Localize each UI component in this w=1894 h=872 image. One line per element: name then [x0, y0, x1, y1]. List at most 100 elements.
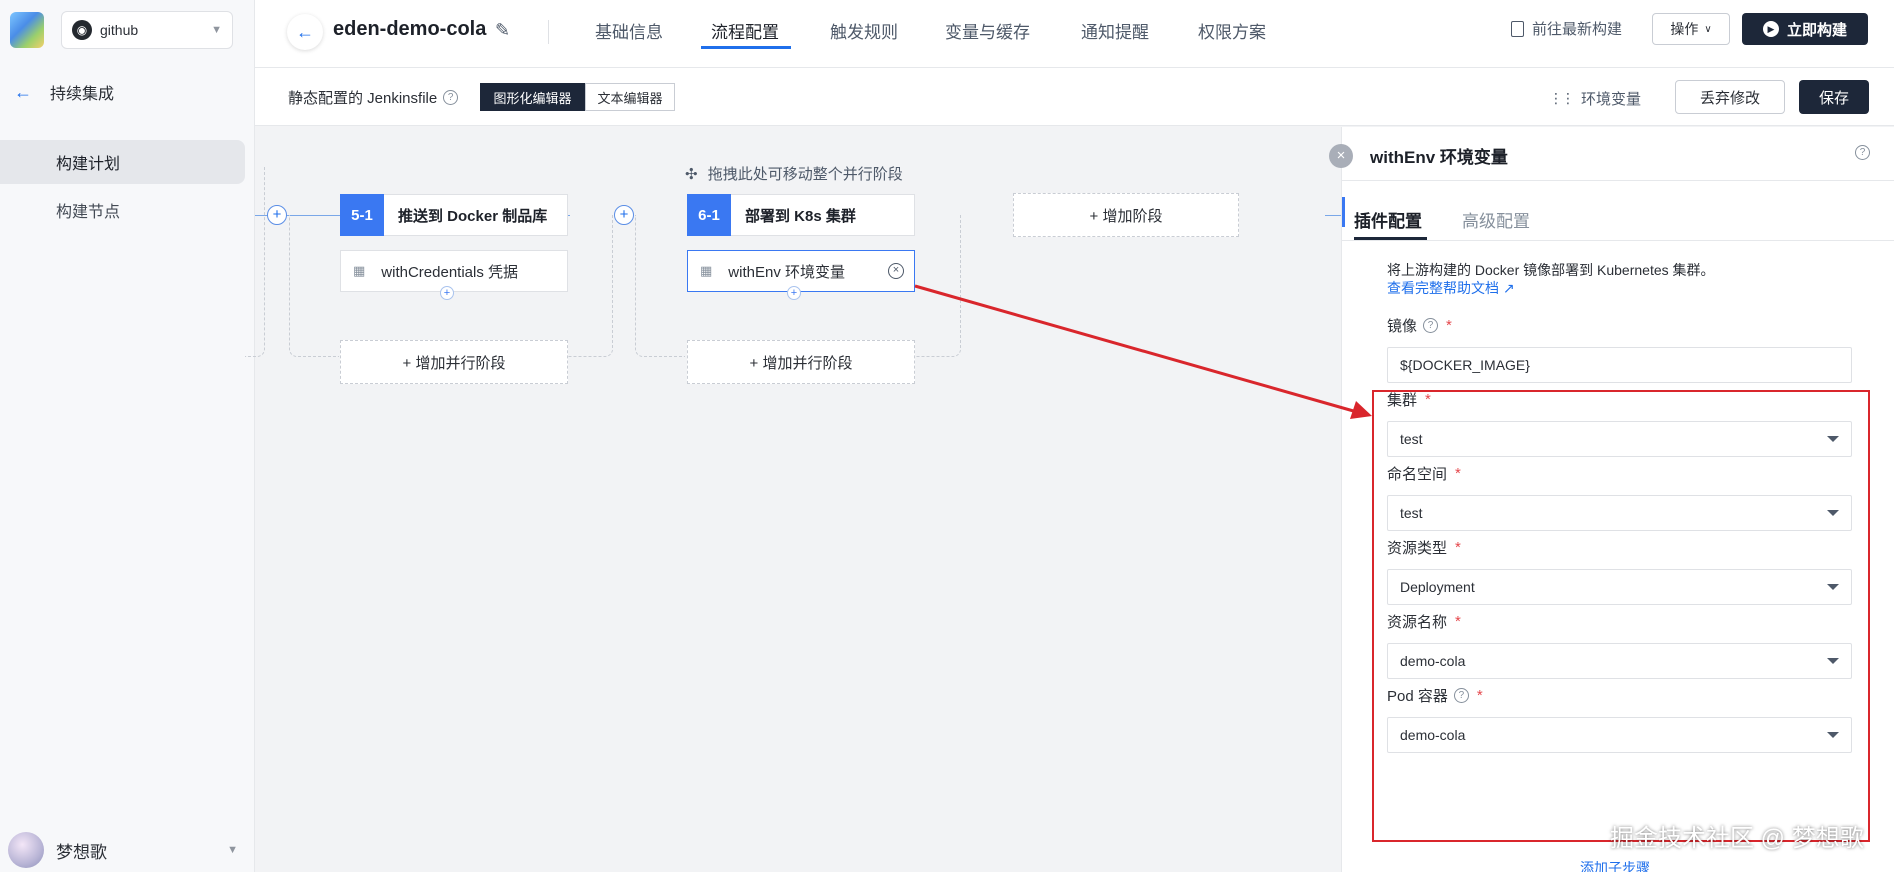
caret-down-icon	[1827, 510, 1839, 516]
required-mark: *	[1446, 317, 1452, 334]
help-doc-link[interactable]: 查看完整帮助文档 ↗	[1387, 278, 1515, 298]
divider	[1342, 180, 1894, 181]
graph-editor-toggle[interactable]: 图形化编辑器	[480, 83, 585, 111]
field-label-text: 资源名称	[1387, 614, 1448, 631]
app-logo[interactable]	[10, 12, 44, 48]
operations-dropdown[interactable]: 操作 ∨	[1652, 13, 1730, 45]
goto-latest-build-link[interactable]: 前往最新构建	[1511, 18, 1622, 39]
insert-stage-button[interactable]: +	[267, 205, 287, 225]
cluster-select[interactable]: test	[1387, 421, 1852, 457]
stage-number: 5-1	[340, 194, 384, 236]
help-icon[interactable]: ?	[1453, 688, 1469, 703]
parallel-branch-outline	[911, 215, 961, 357]
add-step-button[interactable]: +	[787, 286, 801, 300]
grid-icon: ▦	[700, 263, 713, 278]
stage-card[interactable]: 6-1 部署到 K8s 集群	[687, 194, 915, 236]
build-now-label: 立即构建	[1786, 21, 1847, 39]
chevron-down-icon: ▼	[211, 24, 222, 36]
grid-icon: ▦	[353, 263, 366, 278]
external-link-icon: ↗	[1502, 280, 1515, 296]
add-parallel-stage-button[interactable]: + 增加并行阶段	[340, 340, 568, 384]
avatar	[8, 832, 44, 868]
tab-basic-info[interactable]: 基础信息	[595, 18, 663, 43]
operations-label: 操作	[1670, 21, 1699, 37]
edit-icon[interactable]: ✎	[495, 20, 510, 41]
sidebar-item-build-plan[interactable]: 构建计划	[0, 140, 245, 184]
sidebar-item-label: 构建节点	[56, 204, 121, 221]
tab-pipeline-config[interactable]: 流程配置	[711, 18, 779, 43]
stage-card[interactable]: 5-1 推送到 Docker 制品库	[340, 194, 568, 236]
step-card[interactable]: ▦ withCredentials 凭据	[340, 250, 568, 292]
add-substep-link[interactable]: 添加子步骤	[1580, 858, 1650, 872]
add-step-button[interactable]: +	[440, 286, 454, 300]
image-input-value: ${DOCKER_IMAGE}	[1400, 357, 1530, 373]
field-label: Pod 容器 ? *	[1387, 685, 1483, 706]
parallel-branch-outline	[289, 215, 339, 357]
required-mark: *	[1455, 613, 1461, 630]
resource-name-select[interactable]: demo-cola	[1387, 643, 1852, 679]
repo-select-label: github	[100, 22, 139, 38]
resource-type-select-value: Deployment	[1400, 579, 1475, 595]
sidebar-item-build-nodes[interactable]: 构建节点	[0, 188, 245, 232]
save-button[interactable]: 保存	[1799, 80, 1869, 114]
tab-advanced-config[interactable]: 高级配置	[1462, 207, 1530, 232]
play-icon: ▶	[1762, 21, 1779, 37]
required-mark: *	[1455, 465, 1461, 482]
back-button[interactable]: ←	[287, 14, 323, 50]
stage-name: 部署到 K8s 集群	[745, 207, 856, 225]
parallel-branch-outline	[245, 167, 265, 357]
env-vars-button[interactable]: ⋮⋮ 环境变量	[1549, 88, 1641, 109]
field-label-text: 镜像	[1387, 318, 1418, 335]
field-label-text: Pod 容器	[1387, 688, 1448, 705]
text-editor-toggle[interactable]: 文本编辑器	[585, 83, 675, 111]
required-mark: *	[1425, 391, 1431, 408]
watermark: 掘金技术社区 @ 梦想歌	[1610, 825, 1864, 852]
tab-permissions[interactable]: 权限方案	[1198, 18, 1266, 43]
pipeline-canvas[interactable]: + + ✣ 拖拽此处可移动整个并行阶段 5-1 推送到 Docker 制品库 ▦…	[245, 127, 1343, 872]
build-now-button[interactable]: ▶ 立即构建	[1742, 13, 1868, 45]
caret-down-icon	[1827, 584, 1839, 590]
field-label: 命名空间 *	[1387, 463, 1461, 484]
repo-select[interactable]: ◉ github ▼	[61, 11, 233, 49]
tab-plugin-config[interactable]: 插件配置	[1354, 207, 1422, 232]
back-to-ci[interactable]: ← 持续集成	[14, 80, 114, 104]
tab-variables-cache[interactable]: 变量与缓存	[945, 18, 1030, 43]
stage-name: 推送到 Docker 制品库	[398, 207, 548, 225]
namespace-select[interactable]: test	[1387, 495, 1852, 531]
drag-hint[interactable]: ✣ 拖拽此处可移动整个并行阶段	[685, 163, 903, 184]
user-menu[interactable]: 梦想歌 ▼	[8, 832, 238, 868]
static-config-label: 静态配置的 Jenkinsfile ?	[288, 87, 459, 108]
step-description: 将上游构建的 Docker 镜像部署到 Kubernetes 集群。	[1387, 262, 1715, 278]
close-panel-icon[interactable]: ×	[1329, 144, 1353, 168]
field-label: 资源类型 *	[1387, 537, 1461, 558]
step-name: withCredentials 凭据	[381, 263, 519, 281]
pod-container-select[interactable]: demo-cola	[1387, 717, 1852, 753]
caret-down-icon	[1827, 658, 1839, 664]
remove-step-icon[interactable]: ×	[888, 263, 904, 279]
active-tab-indicator	[701, 46, 791, 49]
step-card-selected[interactable]: ▦ withEnv 环境变量 ×	[687, 250, 915, 292]
tab-trigger-rules[interactable]: 触发规则	[830, 18, 898, 43]
goto-latest-label: 前往最新构建	[1532, 21, 1623, 38]
field-label: 镜像 ? *	[1387, 315, 1452, 336]
discard-changes-button[interactable]: 丢弃修改	[1675, 80, 1785, 114]
required-mark: *	[1455, 539, 1461, 556]
add-parallel-stage-button[interactable]: + 增加并行阶段	[687, 340, 915, 384]
static-config-text: 静态配置的 Jenkinsfile	[288, 90, 438, 107]
help-doc-link-text: 查看完整帮助文档	[1387, 280, 1499, 296]
step-name: withEnv 环境变量	[728, 263, 845, 281]
required-mark: *	[1476, 687, 1483, 704]
image-input[interactable]: ${DOCKER_IMAGE}	[1387, 347, 1852, 383]
chevron-down-icon: ∨	[1704, 23, 1712, 35]
tab-notifications[interactable]: 通知提醒	[1081, 18, 1149, 43]
insert-stage-button[interactable]: +	[614, 205, 634, 225]
document-icon	[1511, 20, 1524, 37]
resource-type-select[interactable]: Deployment	[1387, 569, 1852, 605]
help-icon[interactable]: ?	[443, 90, 459, 105]
pod-container-select-value: demo-cola	[1400, 727, 1466, 743]
help-icon[interactable]: ?	[1855, 145, 1870, 160]
help-icon[interactable]: ?	[1423, 318, 1439, 333]
drag-hint-text: 拖拽此处可移动整个并行阶段	[707, 166, 903, 183]
add-stage-button[interactable]: + 增加阶段	[1013, 193, 1239, 237]
caret-down-icon	[1827, 436, 1839, 442]
